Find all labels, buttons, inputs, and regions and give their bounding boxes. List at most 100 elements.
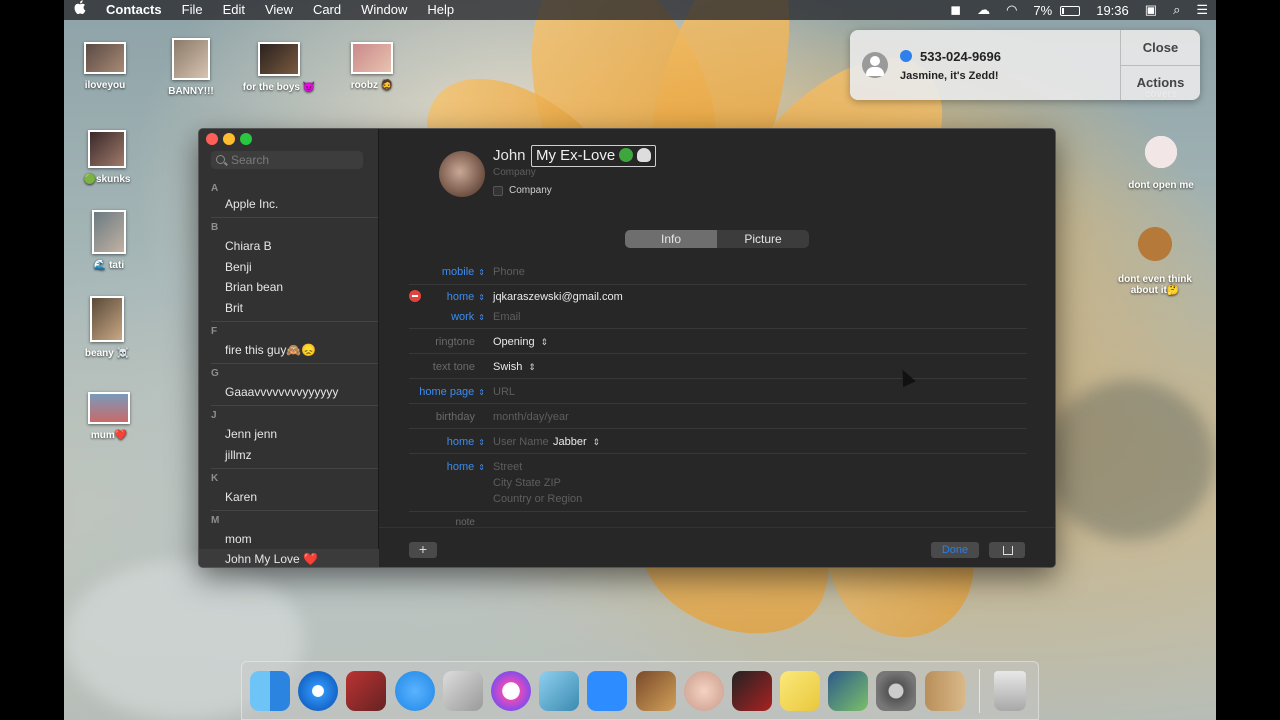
battery-percent[interactable]: 7% [1025,3,1060,18]
desktop-icon-tati[interactable]: 🌊 tati [64,210,154,271]
contact-item[interactable]: Brian bean [225,280,283,294]
zoom-icon[interactable] [587,670,628,711]
field-label-home-page[interactable]: home page ⇕ [409,386,485,398]
messages-icon[interactable] [394,670,435,711]
tab-info[interactable]: Info [625,230,717,248]
menu-edit[interactable]: Edit [213,0,255,20]
desktop-icon-roobz[interactable]: roobz 🧔 [327,42,417,91]
menu-view[interactable]: View [255,0,303,20]
desktop-icon-for-the-boys[interactable]: for the boys 😈 [234,42,324,93]
desktop-icon-skunks[interactable]: 🟢skunks [64,130,152,185]
contact-item[interactable]: jillmz [225,448,252,462]
user-switch-icon[interactable]: ▣ [1137,2,1165,18]
ringtone-select[interactable]: Opening ⇕ [493,336,548,348]
desktop-icon-iloveyou[interactable]: iloveyou [64,42,150,91]
close-window-button[interactable] [206,133,218,145]
first-name-field[interactable]: John [493,147,526,164]
desktop-icon-dont-even-think[interactable]: dont even think about it🤔 [1110,220,1200,296]
field-label-home-address[interactable]: home ⇕ [409,461,485,473]
contact-item-selected[interactable]: John My Love ❤️ [225,552,318,566]
sequel-icon[interactable] [539,670,580,711]
menu-card[interactable]: Card [303,0,351,20]
field-label-work-email[interactable]: work ⇕ [409,311,485,323]
search-input[interactable]: Search [211,151,363,169]
garageband-icon[interactable] [635,670,676,711]
menu-help[interactable]: Help [417,0,464,20]
trash-icon[interactable] [993,670,1026,711]
face-app-icon[interactable] [683,670,724,711]
contact-item[interactable]: Jenn jenn [225,427,277,441]
creative-cloud-icon[interactable]: ☁ [969,2,998,18]
menu-window[interactable]: Window [351,0,417,20]
wifi-icon[interactable]: ◠ [998,2,1025,18]
apple-icon[interactable] [64,0,96,20]
last-name-field[interactable]: My Ex-Love [531,145,657,167]
notification-center-icon[interactable]: ☰ [1188,2,1216,18]
section-header: F [211,326,218,337]
photo-app-icon[interactable] [731,670,772,711]
desktop-icon-label: roobz 🧔 [350,80,394,91]
itunes-icon[interactable] [490,670,531,711]
contact-item[interactable]: Apple Inc. [225,197,278,211]
share-button[interactable] [989,542,1025,558]
contact-photo[interactable] [439,151,485,197]
section-divider [211,510,378,511]
contact-item[interactable]: Karen [225,490,257,504]
contact-item[interactable]: mom [225,532,252,546]
checkbox-icon [493,185,503,196]
section-header: J [211,410,217,421]
company-checkbox[interactable]: Company [493,185,552,196]
screen-recording-icon[interactable]: ◼ [942,2,969,18]
email-field-work[interactable]: Email [493,311,521,323]
city-state-zip-field[interactable]: City State ZIP [493,477,561,489]
section-header: M [211,515,220,526]
contact-item[interactable]: Benji [225,260,252,274]
done-button[interactable]: Done [931,542,979,558]
gimp-icon[interactable] [442,670,483,711]
photo-booth-icon[interactable] [346,670,387,711]
birthday-field[interactable]: month/day/year [493,411,569,423]
company-field[interactable]: Company [493,167,536,178]
desktop-icon-banny[interactable]: BANNY!!! [146,38,236,97]
spotlight-icon[interactable]: ⌕ [1165,2,1188,18]
notification-actions-button[interactable]: Actions [1121,66,1200,101]
email-field-home[interactable]: jqkaraszewski@gmail.com [493,291,623,303]
preview-icon[interactable] [828,670,869,711]
menu-app-name[interactable]: Contacts [96,0,172,20]
stickies-icon[interactable] [780,670,821,711]
country-field[interactable]: Country or Region [493,493,582,505]
contact-item[interactable]: Gaaavvvvvvvvyyyyyy [225,385,338,399]
system-preferences-icon[interactable] [876,670,917,711]
street-field[interactable]: Street [493,461,522,473]
contact-item[interactable]: fire this guy🙈😞 [225,343,316,357]
contact-item[interactable]: Brit [225,301,243,315]
desktop-icon-dont-open-me[interactable]: dont open me [1116,130,1206,191]
field-label-mobile[interactable]: mobile ⇕ [409,266,485,278]
notification-close-button[interactable]: Close [1121,30,1200,66]
field-label-home-email[interactable]: home ⇕ [409,291,485,303]
tab-picture[interactable]: Picture [717,230,809,248]
row-divider [409,328,1027,329]
battery-icon[interactable] [1060,3,1088,18]
im-username-field[interactable]: User Name [493,436,549,448]
phone-field[interactable]: Phone [493,266,525,278]
menu-file[interactable]: File [172,0,213,20]
desktop-icon-beany[interactable]: beany ☠️ [64,296,152,359]
contacts-icon[interactable] [924,670,965,711]
add-field-button[interactable]: + [409,542,437,558]
minimize-window-button[interactable] [223,133,235,145]
safari-icon[interactable] [298,670,339,711]
desktop-icon-label: for the boys 😈 [242,82,316,93]
desktop-icon-mum[interactable]: mum❤️ [64,392,154,441]
finder-icon[interactable] [250,670,290,711]
field-label-home-im[interactable]: home ⇕ [409,436,485,448]
contact-item[interactable]: Chiara B [225,239,272,253]
im-service-select[interactable]: Jabber ⇕ [553,436,600,448]
row-divider [409,428,1027,429]
notification-banner[interactable]: 533-024-9696 Jasmine, it's Zedd! Close A… [850,30,1200,100]
clock[interactable]: 19:36 [1088,3,1137,18]
url-field[interactable]: URL [493,386,515,398]
text-tone-select[interactable]: Swish ⇕ [493,361,536,373]
row-divider [409,511,1027,512]
zoom-window-button[interactable] [240,133,252,145]
